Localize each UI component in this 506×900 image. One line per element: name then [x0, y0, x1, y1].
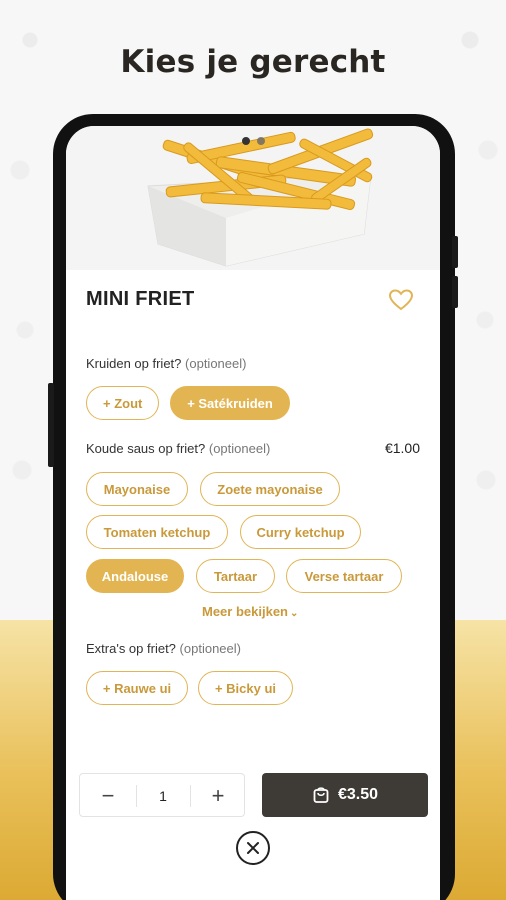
increase-quantity-button[interactable]: +: [190, 774, 246, 818]
promo-headline: Kies je gerecht: [120, 44, 386, 80]
close-icon: [247, 842, 259, 854]
section-title: Kruiden op friet?: [86, 356, 182, 371]
fries-image: [147, 128, 374, 267]
section-title: Extra's op friet?: [86, 641, 176, 656]
phone-volume-up: [452, 236, 458, 268]
section-price: €1.00: [384, 440, 420, 456]
carousel-indicator: [242, 137, 265, 145]
show-more-link[interactable]: Meer bekijken ⌄: [202, 604, 298, 619]
option-chip-curry-ketchup[interactable]: Curry ketchup: [240, 515, 361, 549]
section-label-extras: Extra's op friet? (optioneel): [86, 641, 241, 656]
option-chip-mayonaise[interactable]: Mayonaise: [86, 472, 188, 506]
cart-total: €3.50: [337, 786, 379, 803]
quantity-value: 1: [159, 788, 167, 804]
chevron-down-icon: ⌄: [290, 608, 299, 619]
option-chip-bicky-ui[interactable]: + Bicky ui: [198, 671, 293, 705]
carousel-dot[interactable]: [257, 137, 265, 145]
option-chip-tartaar[interactable]: Tartaar: [196, 559, 275, 593]
shopping-bag-icon: [313, 787, 329, 803]
option-chip-verse-tartaar[interactable]: Verse tartaar: [286, 559, 402, 593]
product-title: MINI FRIET: [86, 288, 195, 310]
quantity-stepper: − 1 +: [79, 773, 245, 817]
app-screen: MINI FRIET Kruiden op friet? (optioneel)…: [66, 126, 440, 900]
phone-side-button: [48, 383, 54, 467]
heart-icon: [388, 289, 414, 311]
carousel-dot-active[interactable]: [242, 137, 250, 145]
option-chip-zout[interactable]: + Zout: [86, 386, 160, 420]
section-label-kruiden: Kruiden op friet? (optioneel): [86, 356, 246, 371]
optional-note: (optioneel): [179, 641, 241, 656]
option-chip-andalouse[interactable]: Andalouse: [86, 559, 184, 593]
decrease-quantity-button[interactable]: −: [80, 774, 136, 818]
product-image-carousel[interactable]: [66, 126, 440, 270]
section-title: Koude saus op friet?: [86, 441, 206, 456]
phone-volume-down: [452, 276, 458, 308]
option-chip-rauwe-ui[interactable]: + Rauwe ui: [86, 671, 188, 705]
option-chip-zoete-mayonaise[interactable]: Zoete mayonaise: [200, 472, 340, 506]
add-to-cart-button[interactable]: €3.50: [262, 773, 428, 817]
close-button[interactable]: [236, 831, 270, 865]
section-label-koude-saus: Koude saus op friet? (optioneel): [86, 441, 270, 456]
optional-note: (optioneel): [208, 441, 271, 456]
favorite-button[interactable]: [388, 288, 414, 312]
show-more-label: Meer bekijken: [202, 604, 288, 619]
option-chip-tomaten-ketchup[interactable]: Tomaten ketchup: [86, 515, 228, 549]
optional-note: (optioneel): [185, 356, 247, 371]
option-chip-satekruiden[interactable]: + Satékruiden: [170, 386, 290, 420]
